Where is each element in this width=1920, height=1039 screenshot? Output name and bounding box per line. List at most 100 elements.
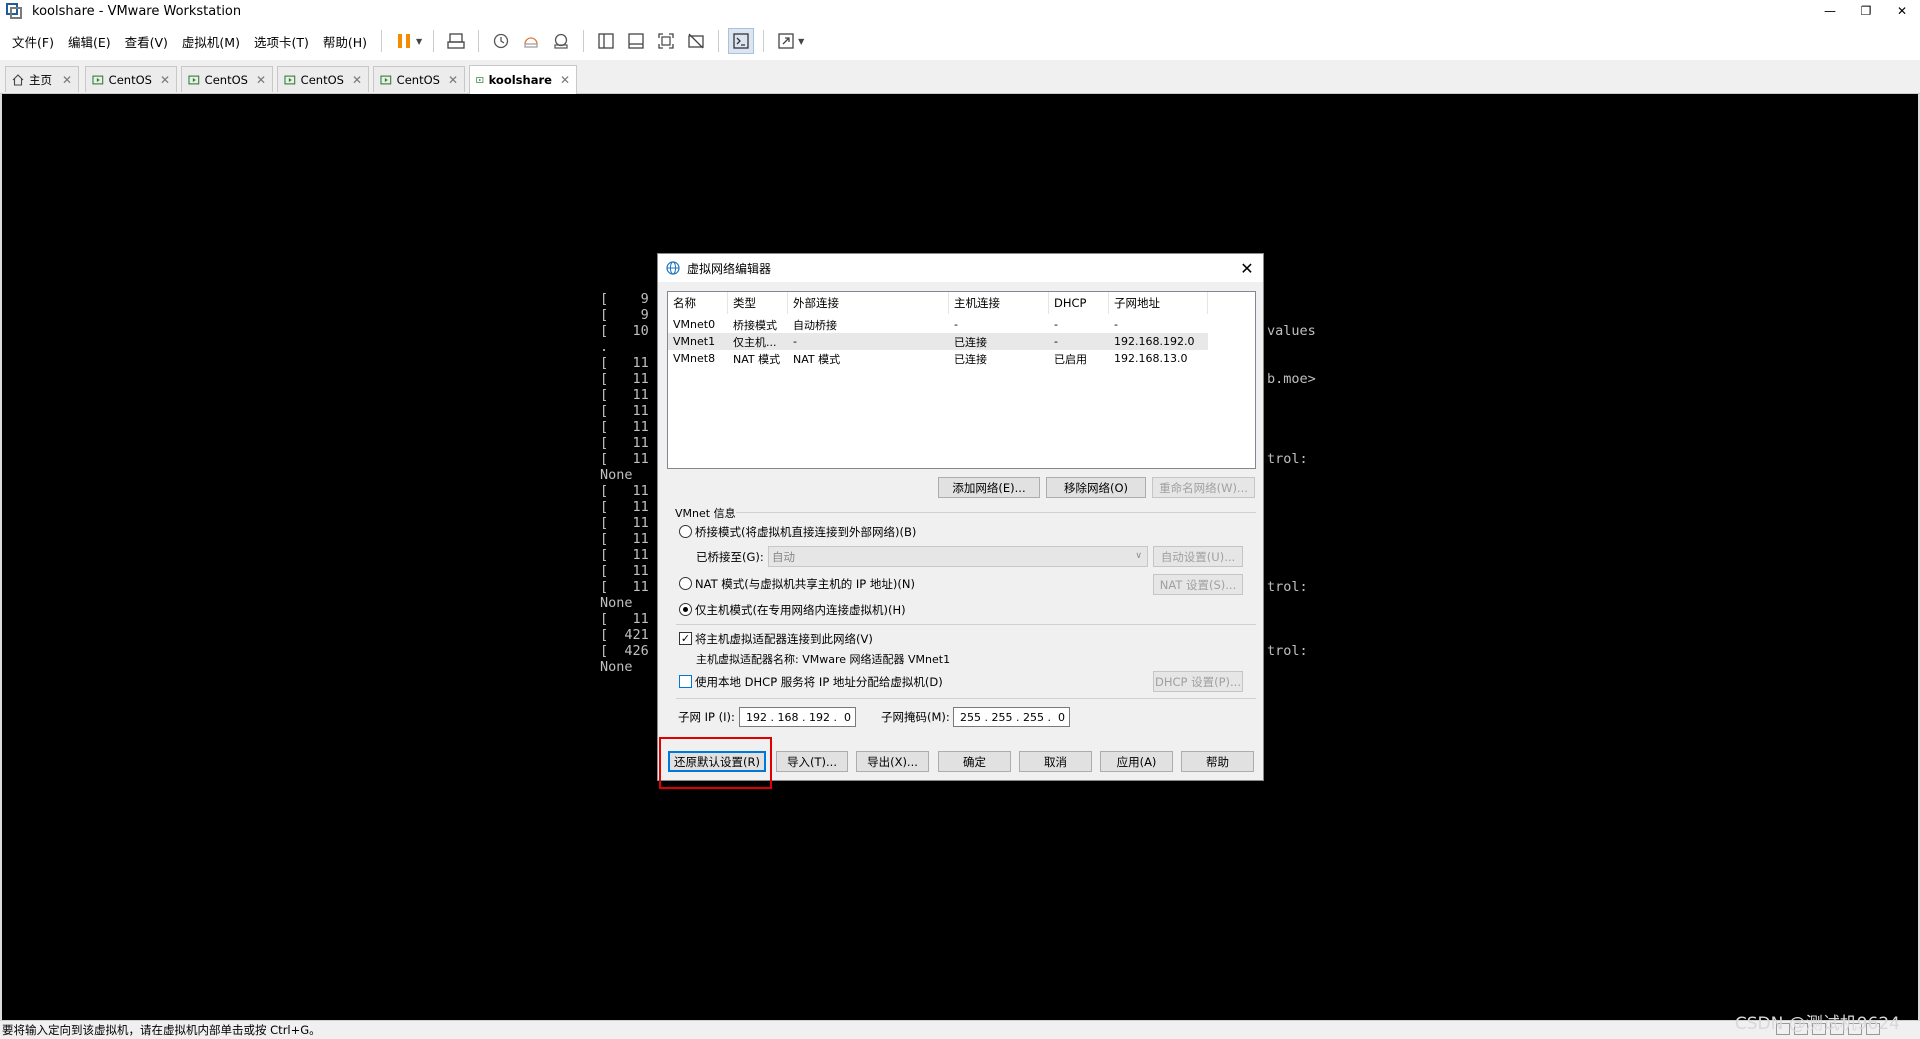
console-line: [ 11 bbox=[600, 483, 649, 499]
tab-home[interactable]: 主页 ✕ bbox=[5, 66, 79, 92]
close-icon[interactable]: ✕ bbox=[62, 73, 72, 87]
table-cell: VMnet1 bbox=[673, 335, 716, 348]
column-header[interactable]: DHCP bbox=[1049, 292, 1109, 314]
maximize-button[interactable]: ❐ bbox=[1848, 0, 1884, 22]
table-cell: - bbox=[954, 318, 958, 331]
home-icon bbox=[12, 73, 24, 86]
vm-icon bbox=[188, 75, 200, 84]
column-header[interactable]: 主机连接 bbox=[949, 292, 1049, 314]
dialog-close-button[interactable]: ✕ bbox=[1237, 258, 1257, 278]
table-cell: 192.168.13.0 bbox=[1114, 352, 1188, 365]
console-line: values bbox=[1267, 323, 1316, 339]
menu-help[interactable]: 帮助(H) bbox=[316, 32, 374, 51]
chevron-down-icon[interactable]: ▼ bbox=[416, 37, 422, 46]
fullscreen-icon[interactable] bbox=[653, 28, 679, 54]
rename-network-button[interactable]: 重命名网络(W)... bbox=[1152, 477, 1255, 498]
close-icon[interactable]: ✕ bbox=[256, 73, 266, 87]
watermark: CSDN @测试机9624 bbox=[1734, 1014, 1900, 1034]
console-line: [ 11 bbox=[600, 515, 649, 531]
close-window-button[interactable]: ✕ bbox=[1884, 0, 1920, 22]
tab-centos-2[interactable]: CentOS ✕ bbox=[181, 66, 273, 92]
toolbar-separator bbox=[478, 30, 480, 52]
add-network-button[interactable]: 添加网络(E)... bbox=[938, 477, 1040, 498]
ok-button[interactable]: 确定 bbox=[938, 751, 1011, 772]
console-line: [ 9 bbox=[600, 307, 649, 323]
chevron-down-icon[interactable]: ▼ bbox=[798, 37, 804, 46]
subnet-ip-input[interactable]: 192 . 168 . 192 . 0 bbox=[739, 707, 856, 727]
use-dhcp-checkbox[interactable] bbox=[679, 675, 692, 688]
tab-centos-3[interactable]: CentOS ✕ bbox=[277, 66, 369, 92]
dhcp-settings-button[interactable]: DHCP 设置(P)... bbox=[1153, 671, 1243, 692]
console-line: [ 11 bbox=[600, 419, 649, 435]
export-button[interactable]: 导出(X)... bbox=[856, 751, 929, 772]
send-ctrl-alt-del-icon[interactable] bbox=[443, 28, 469, 54]
menu-view[interactable]: 查看(V) bbox=[118, 32, 175, 51]
import-button[interactable]: 导入(T)... bbox=[776, 751, 848, 772]
console-view-icon[interactable] bbox=[728, 28, 755, 54]
revert-snapshot-icon[interactable] bbox=[518, 28, 544, 54]
bridged-mode-radio[interactable] bbox=[679, 525, 692, 538]
snapshot-manager-icon[interactable] bbox=[548, 28, 574, 54]
tab-koolshare[interactable]: koolshare ✕ bbox=[469, 65, 577, 94]
vmware-logo-icon bbox=[6, 3, 22, 19]
table-cell: VMnet8 bbox=[673, 352, 716, 365]
nat-settings-button[interactable]: NAT 设置(S)... bbox=[1153, 574, 1243, 595]
menu-tabs[interactable]: 选项卡(T) bbox=[247, 32, 316, 51]
console-line: None bbox=[600, 659, 633, 675]
table-row[interactable]: VMnet8 NAT 模式 NAT 模式 已连接 已启用 192.168.13.… bbox=[668, 350, 1208, 367]
table-row[interactable]: VMnet1 仅主机... - 已连接 - 192.168.192.0 bbox=[668, 333, 1208, 350]
tab-label: CentOS bbox=[300, 72, 344, 87]
console-line: [ 11 bbox=[600, 579, 649, 595]
connect-adapter-checkbox[interactable]: ✓ bbox=[679, 632, 692, 645]
close-icon[interactable]: ✕ bbox=[448, 73, 458, 87]
toolbar-separator bbox=[718, 30, 720, 52]
apply-button[interactable]: 应用(A) bbox=[1100, 751, 1173, 772]
section-divider bbox=[676, 624, 1256, 625]
table-cell: NAT 模式 bbox=[733, 352, 781, 366]
nat-mode-radio[interactable] bbox=[679, 577, 692, 590]
table-cell: - bbox=[1054, 335, 1058, 348]
bridged-to-select[interactable]: 自动 ∨ bbox=[768, 546, 1148, 567]
auto-settings-button[interactable]: 自动设置(U)... bbox=[1153, 546, 1243, 567]
minimize-button[interactable]: — bbox=[1812, 0, 1848, 22]
tab-centos-4[interactable]: CentOS ✕ bbox=[373, 66, 465, 92]
table-row[interactable]: VMnet0 桥接模式 自动桥接 - - - bbox=[668, 316, 1208, 333]
close-icon[interactable]: ✕ bbox=[160, 73, 170, 87]
table-cell: 已连接 bbox=[954, 352, 987, 366]
host-only-radio[interactable] bbox=[679, 603, 692, 616]
pause-icon[interactable] bbox=[391, 28, 417, 54]
table-cell: 自动桥接 bbox=[793, 318, 837, 332]
network-list[interactable]: 名称 类型 外部连接 主机连接 DHCP 子网地址 VMnet0 桥接模式 自动… bbox=[667, 291, 1256, 469]
table-cell: - bbox=[793, 335, 797, 348]
network-globe-icon bbox=[666, 261, 680, 275]
cancel-button[interactable]: 取消 bbox=[1019, 751, 1092, 772]
help-button[interactable]: 帮助 bbox=[1181, 751, 1254, 772]
column-header[interactable]: 子网地址 bbox=[1109, 292, 1208, 314]
remove-network-button[interactable]: 移除网络(O) bbox=[1046, 477, 1146, 498]
console-line: [ 11 bbox=[600, 371, 649, 387]
console-line: [ 11 bbox=[600, 611, 649, 627]
menu-vm[interactable]: 虚拟机(M) bbox=[175, 32, 247, 51]
stretch-icon[interactable] bbox=[773, 28, 799, 54]
column-header[interactable]: 外部连接 bbox=[788, 292, 949, 314]
unity-icon[interactable] bbox=[683, 28, 709, 54]
column-header[interactable]: 名称 bbox=[668, 292, 728, 314]
column-header[interactable]: 类型 bbox=[728, 292, 788, 314]
toolbar-separator bbox=[433, 30, 435, 52]
library-view-icon[interactable] bbox=[593, 28, 619, 54]
close-icon[interactable]: ✕ bbox=[560, 73, 570, 87]
dialog-title: 虚拟网络编辑器 bbox=[687, 261, 772, 276]
console-line: . bbox=[600, 339, 609, 355]
snapshot-icon[interactable] bbox=[488, 28, 514, 54]
menu-edit[interactable]: 编辑(E) bbox=[61, 32, 118, 51]
close-icon[interactable]: ✕ bbox=[352, 73, 362, 87]
nat-mode-label: NAT 模式(与虚拟机共享主机的 IP 地址)(N) bbox=[695, 577, 915, 591]
tab-centos-1[interactable]: CentOS ✕ bbox=[85, 66, 177, 92]
highlight-box bbox=[659, 737, 772, 789]
menu-file[interactable]: 文件(F) bbox=[5, 32, 61, 51]
console-line: [ 11 bbox=[600, 355, 649, 371]
table-cell: 仅主机... bbox=[733, 335, 777, 349]
thumbnail-bar-icon[interactable] bbox=[623, 28, 649, 54]
table-cell: 192.168.192.0 bbox=[1114, 335, 1195, 348]
subnet-mask-input[interactable]: 255 . 255 . 255 . 0 bbox=[953, 707, 1070, 727]
